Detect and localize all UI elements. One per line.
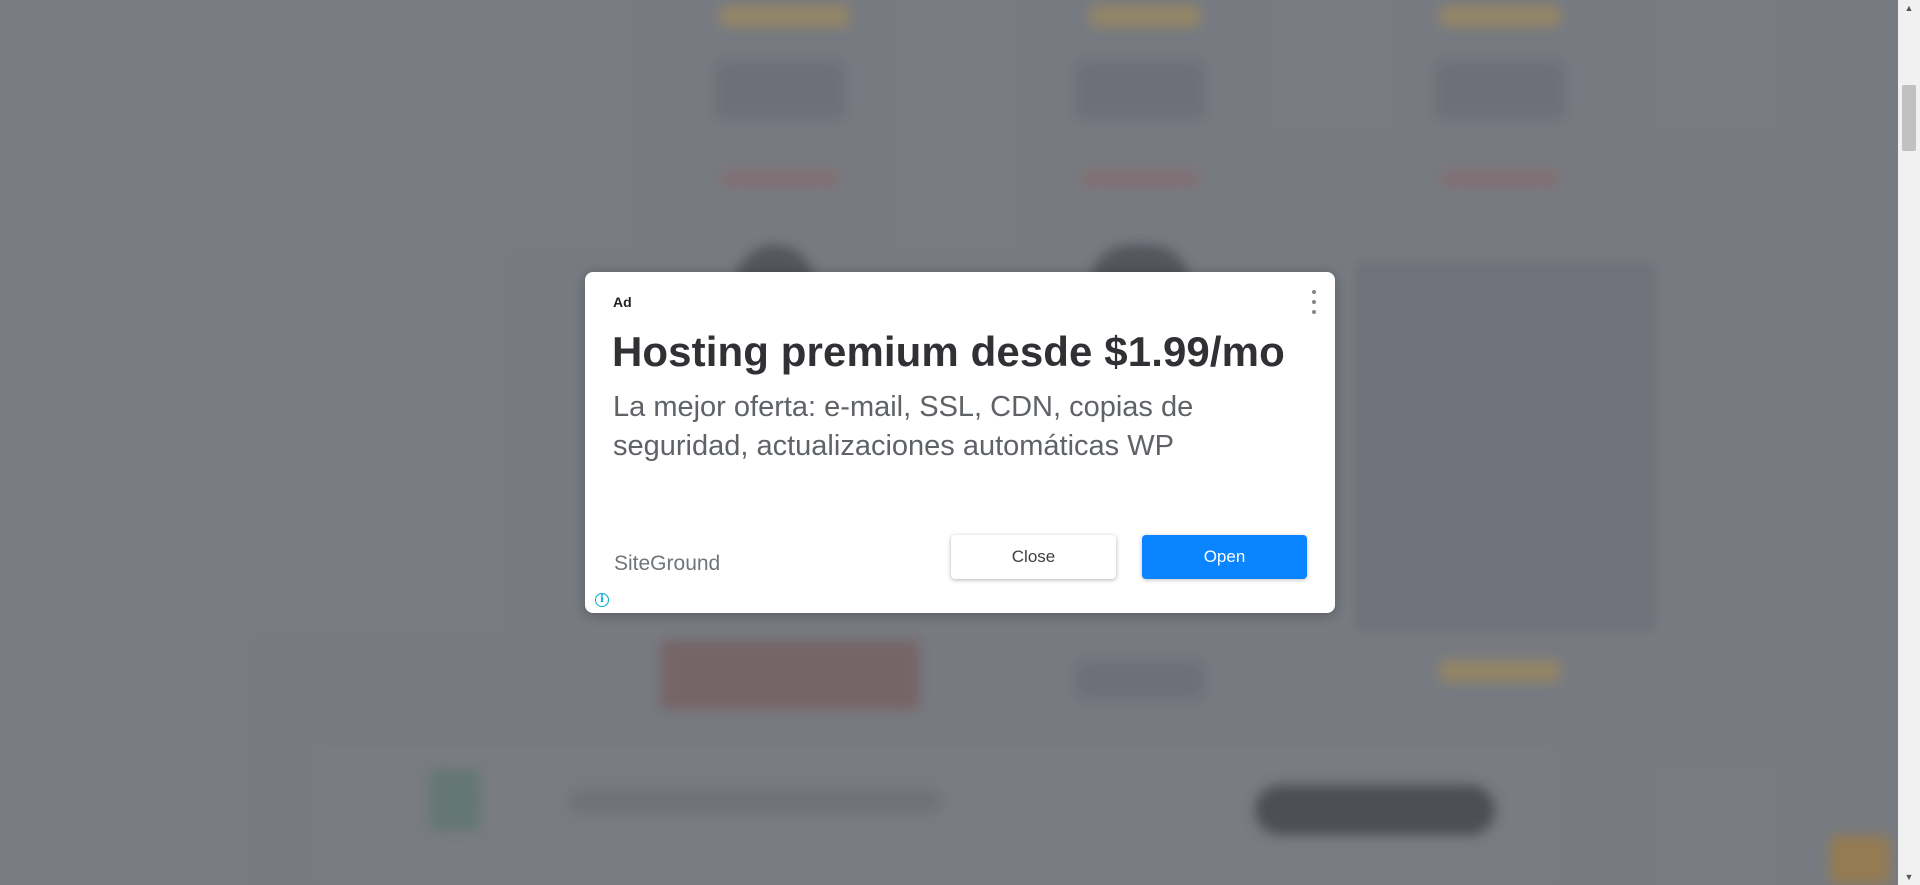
ad-dialog: Ad Hosting premium desde $1.99/mo La mej… <box>585 272 1335 613</box>
scroll-up-arrow-icon[interactable]: ▲ <box>1898 0 1920 16</box>
ad-headline[interactable]: Hosting premium desde $1.99/mo <box>612 328 1285 376</box>
ad-label: Ad <box>613 294 632 310</box>
ad-info-icon[interactable]: i <box>595 593 609 607</box>
page-scrollbar[interactable]: ▲ ▼ <box>1898 0 1920 885</box>
scroll-thumb[interactable] <box>1902 85 1916 151</box>
open-button[interactable]: Open <box>1142 535 1307 579</box>
close-button[interactable]: Close <box>951 535 1116 579</box>
scroll-down-arrow-icon[interactable]: ▼ <box>1898 869 1920 885</box>
ad-description[interactable]: La mejor oferta: e-mail, SSL, CDN, copia… <box>613 388 1303 466</box>
ad-advertiser[interactable]: SiteGround <box>614 552 720 576</box>
more-options-icon[interactable] <box>1309 290 1319 314</box>
